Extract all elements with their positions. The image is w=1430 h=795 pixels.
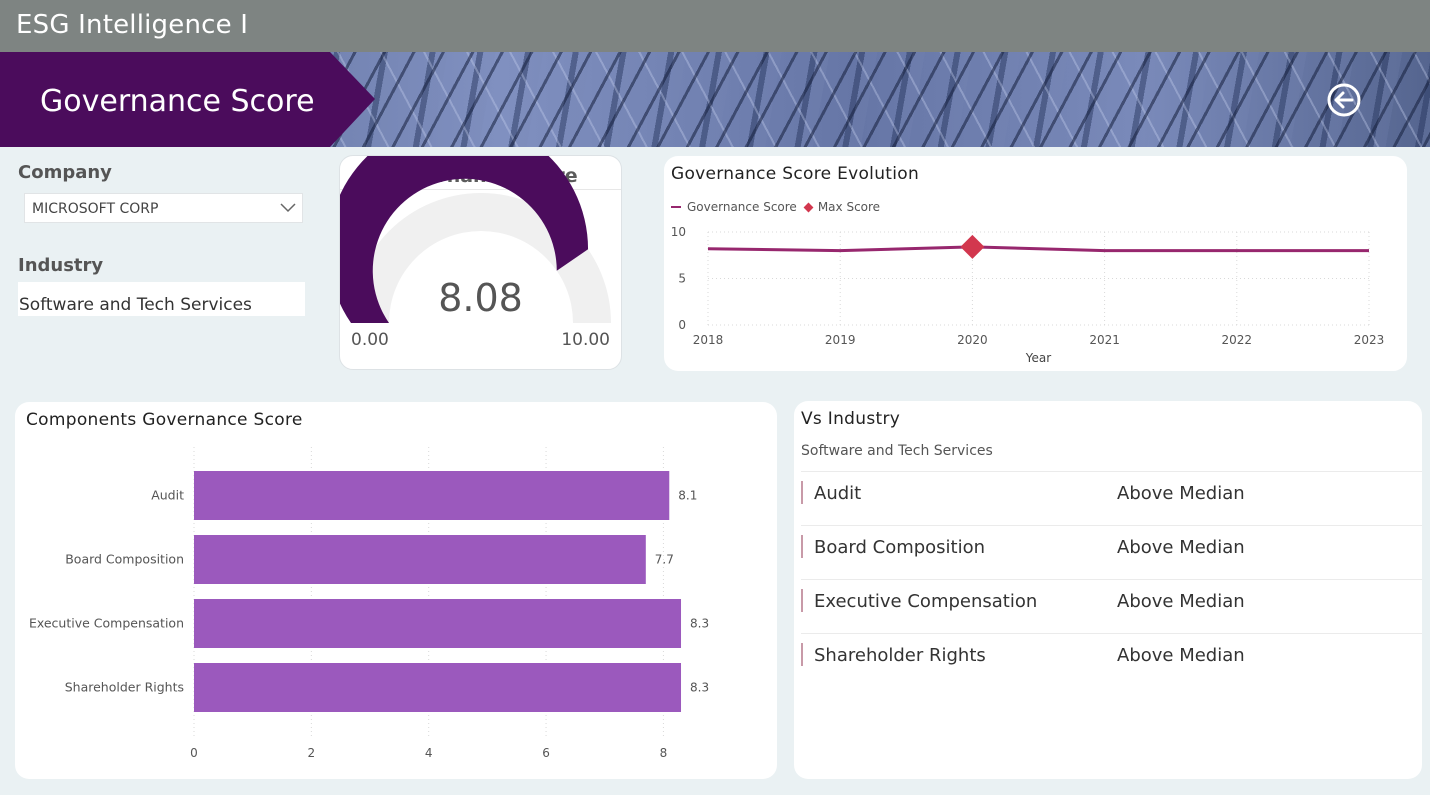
vs-row-board-composition: Board Composition Above Median	[801, 525, 1422, 580]
data-label: 8.3	[690, 681, 709, 695]
data-label: 8.1	[678, 489, 697, 503]
x-tick-label: 2	[308, 746, 316, 760]
row-name: Board Composition	[814, 537, 986, 558]
row-accent	[801, 589, 803, 612]
app-title: ESG Intelligence I	[16, 10, 249, 40]
company-dropdown[interactable]: MICROSOFT CORP	[24, 193, 303, 223]
category-label: Board Composition	[65, 552, 184, 567]
data-label: 7.7	[655, 553, 674, 567]
gauge-min: 0.00	[351, 330, 389, 350]
y-tick-label: 5	[678, 272, 686, 286]
x-axis-label: Year	[1025, 351, 1051, 365]
row-status: Above Median	[1117, 537, 1245, 558]
row-status: Above Median	[1117, 483, 1245, 504]
y-tick-label: 10	[671, 225, 686, 239]
bar-audit[interactable]	[194, 471, 670, 520]
gauge-max: 10.00	[561, 330, 610, 350]
x-tick-label: 0	[190, 746, 198, 760]
row-status: Above Median	[1117, 645, 1245, 666]
data-label: 8.3	[690, 617, 709, 631]
vs-industry-title: Vs Industry	[801, 409, 901, 429]
bar-shareholder-rights[interactable]	[194, 663, 682, 712]
vs-row-shareholder-rights: Shareholder Rights Above Median	[801, 633, 1422, 688]
x-tick-label: 2018	[693, 333, 724, 347]
x-tick-label: 2021	[1089, 333, 1120, 347]
row-accent	[801, 643, 803, 666]
x-tick-label: 6	[542, 746, 550, 760]
vs-row-audit: Audit Above Median	[801, 471, 1422, 526]
x-tick-label: 2020	[957, 333, 988, 347]
top-bar: ESG Intelligence I	[0, 0, 1430, 52]
company-value: MICROSOFT CORP	[32, 201, 159, 217]
row-name: Audit	[814, 483, 862, 504]
y-tick-label: 0	[678, 318, 686, 332]
governance-score-line	[707, 245, 1369, 253]
category-label: Audit	[151, 488, 184, 503]
vs-industry-card: Vs Industry Software and Tech Services A…	[794, 401, 1422, 779]
row-status: Above Median	[1117, 591, 1245, 612]
industry-label: Industry	[18, 255, 104, 276]
row-name: Executive Compensation	[814, 591, 1038, 612]
bar-executive-compensation[interactable]	[194, 599, 682, 648]
components-card: Components Governance Score 0 2 4 6 8 Audit 8.…	[15, 402, 777, 779]
row-name: Shareholder Rights	[814, 645, 986, 666]
x-tick-label: 2022	[1222, 333, 1253, 347]
score-evolution-card: Governance Score Evolution Governance Sc…	[664, 156, 1407, 371]
evolution-line-chart: 0 5 10 2018 2019 2020 2021 2022 2023 Year	[671, 225, 1385, 365]
industry-value: Software and Tech Services	[19, 295, 252, 315]
category-label: Executive Compensation	[29, 616, 184, 631]
x-tick-label: 2023	[1354, 333, 1385, 347]
row-accent	[801, 535, 803, 558]
page-title: Governance Score	[40, 84, 315, 119]
back-button[interactable]	[1327, 83, 1361, 117]
max-score-marker[interactable]	[960, 234, 985, 259]
components-bar-chart: 0 2 4 6 8 Audit 8.1 Board Composition 7.7 Executi…	[29, 447, 709, 760]
back-arrow-icon	[1327, 83, 1361, 117]
vs-industry-subtitle: Software and Tech Services	[801, 443, 993, 459]
bar-board-composition[interactable]	[194, 535, 646, 584]
chevron-down-icon	[280, 203, 296, 213]
industry-field: Software and Tech Services	[18, 282, 305, 316]
category-label: Shareholder Rights	[65, 680, 184, 695]
vs-row-executive-compensation: Executive Compensation Above Median	[801, 579, 1422, 634]
company-label: Company	[18, 162, 112, 183]
x-tick-label: 2019	[825, 333, 856, 347]
gauge-value: 8.08	[438, 276, 523, 320]
x-tick-label: 8	[660, 746, 668, 760]
x-tick-label: 4	[425, 746, 433, 760]
governance-score-gauge-card: Governance Score 8.08 0.00 10.00	[339, 155, 622, 370]
row-accent	[801, 481, 803, 504]
